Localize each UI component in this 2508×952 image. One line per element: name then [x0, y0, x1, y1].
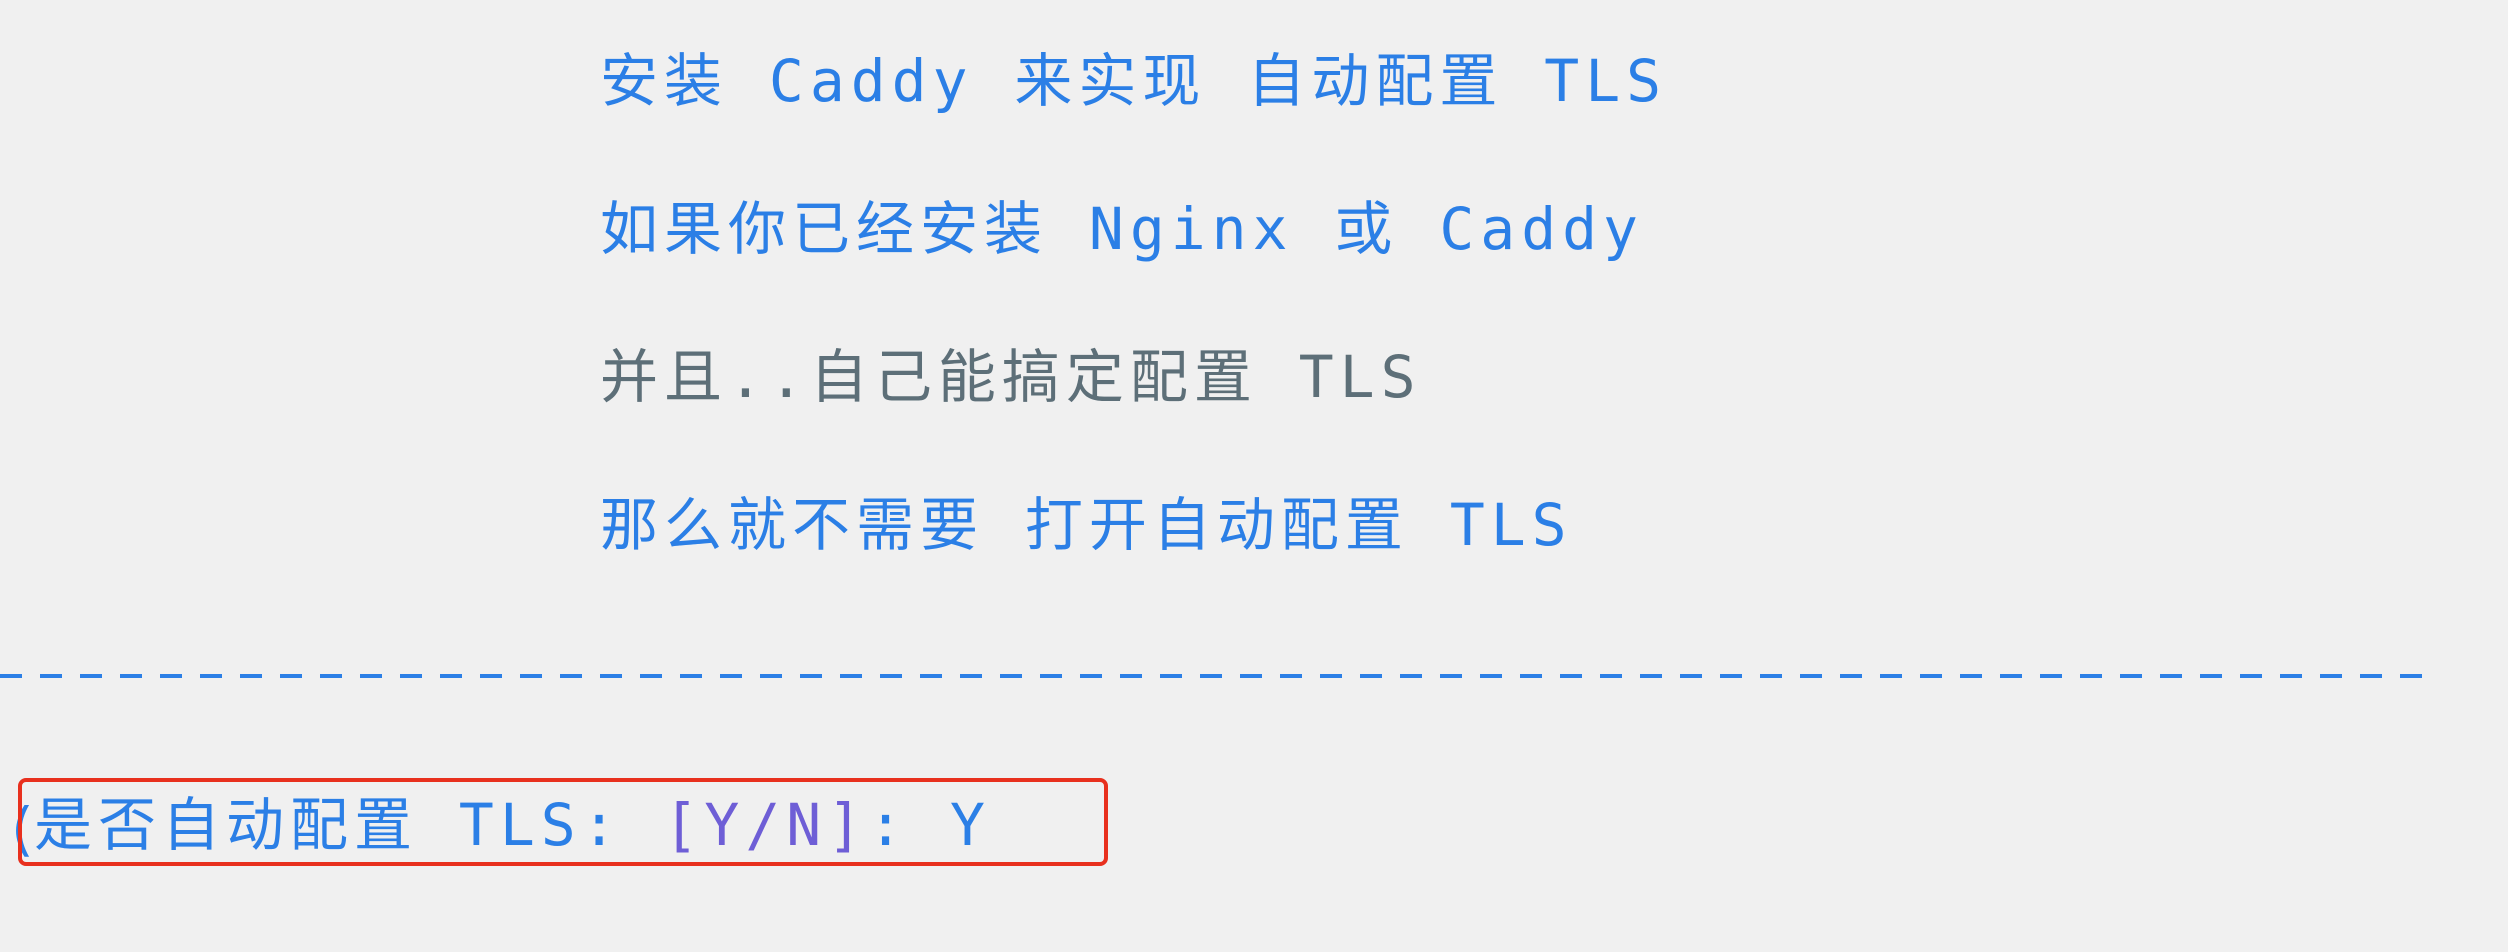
info-message-install-caddy: 安装 Caddy 来实现 自动配置 TLS [600, 47, 1668, 115]
prompt-answer-input[interactable]: Y [950, 791, 991, 859]
info-message-self-configure: 并且..自己能搞定配置 TLS [600, 343, 1422, 411]
separator-dashed-line [0, 672, 2425, 680]
prompt-options: [Y/N] [663, 791, 869, 859]
info-message-if-installed: 如果你已经安装 Nginx 或 Caddy [600, 195, 1644, 263]
auto-tls-prompt[interactable]: 是否自动配置 TLS: [Y/N]: Y [34, 796, 991, 854]
prompt-suffix: : [868, 791, 950, 859]
prompt-question: 是否自动配置 TLS: [34, 791, 664, 859]
info-message-no-auto-tls: 那么就不需要 打开自动配置 TLS [600, 491, 1573, 559]
